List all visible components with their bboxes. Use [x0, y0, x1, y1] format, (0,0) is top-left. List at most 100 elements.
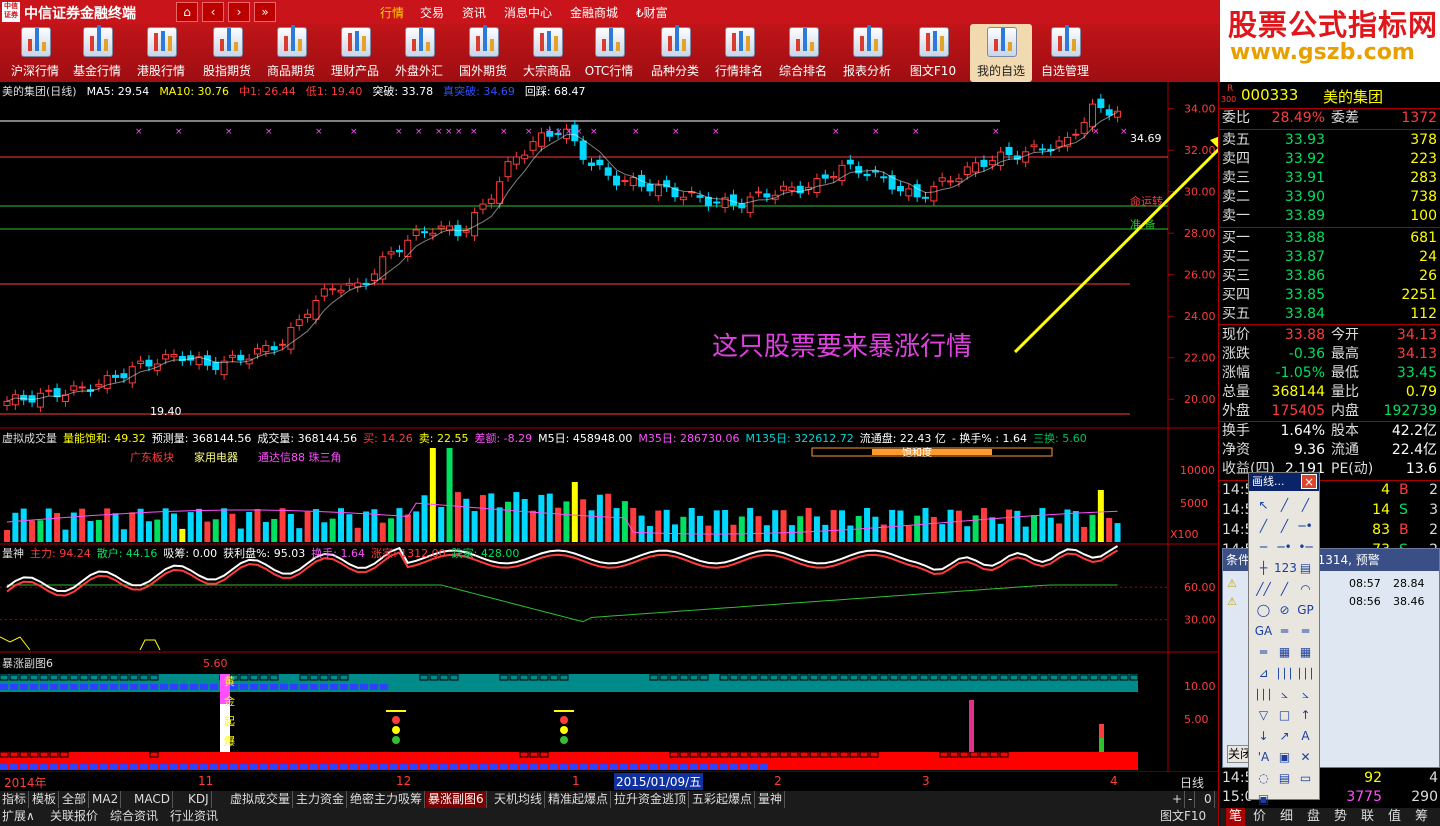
draw-tool-icon[interactable]: ╱	[1295, 495, 1316, 516]
period-label[interactable]: 日线	[1180, 774, 1204, 791]
toolbar-button-13[interactable]: 报表分析	[836, 24, 898, 82]
indicator-tab-5[interactable]: KDJ	[186, 791, 212, 808]
draw-tool-icon[interactable]: ⦣	[1295, 684, 1316, 705]
menu-message-center[interactable]: 消息中心	[504, 4, 552, 21]
draw-tool-icon[interactable]: ▦	[1295, 642, 1316, 663]
close-icon[interactable]: ×	[1301, 474, 1317, 489]
draw-tool-icon[interactable]: ◌	[1253, 768, 1274, 789]
draw-tool-icon[interactable]: ⊘	[1274, 600, 1295, 621]
draw-tool-icon[interactable]: ╱	[1274, 516, 1295, 537]
draw-tool-icon[interactable]: ⦣	[1274, 684, 1295, 705]
draw-tool-icon[interactable]: GP	[1295, 600, 1316, 621]
draw-tool-icon[interactable]: ╱	[1274, 579, 1295, 600]
menu-hangqing[interactable]: 行情	[380, 4, 404, 21]
indicator-tab-0[interactable]: 指标	[0, 791, 30, 808]
quote-tab-0[interactable]: 笔	[1226, 808, 1246, 826]
quote-tab-7[interactable]: 筹	[1415, 808, 1428, 826]
draw-tool-icon[interactable]: ─•	[1295, 516, 1316, 537]
toolbar-button-15[interactable]: 我的自选	[970, 24, 1032, 82]
draw-tool-icon[interactable]: •─	[1295, 537, 1316, 558]
toolbar-button-12[interactable]: 综合排名	[772, 24, 834, 82]
toolbar-button-14[interactable]: 图文F10	[902, 24, 964, 82]
indicator-tab-2[interactable]: 全部	[60, 791, 90, 808]
status-item-3[interactable]: 行业资讯	[170, 808, 218, 826]
draw-tool-icon[interactable]: ╱	[1274, 495, 1295, 516]
forward-icon[interactable]: ›	[228, 2, 250, 22]
quote-tab-4[interactable]: 势	[1334, 808, 1347, 826]
toolbar-button-4[interactable]: 商品期货	[260, 24, 322, 82]
indicator-tab-7[interactable]: 主力资金	[294, 791, 348, 808]
draw-tool-icon[interactable]: ◠	[1295, 579, 1316, 600]
toolbar-button-2[interactable]: 港股行情	[130, 24, 192, 82]
draw-tool-icon[interactable]: ↗	[1274, 726, 1295, 747]
draw-tool-icon[interactable]: ↖	[1253, 495, 1274, 516]
menu-finance-mall[interactable]: 金融商城	[570, 4, 618, 21]
status-item-2[interactable]: 综合资讯	[110, 808, 158, 826]
indicator-tab-8[interactable]: 绝密主力吸筹	[348, 791, 426, 808]
draw-tool-icon[interactable]: ╱╱	[1253, 579, 1274, 600]
indicator-tab-3[interactable]: MA2	[90, 791, 122, 808]
draw-tool-icon[interactable]: A	[1295, 726, 1316, 747]
draw-tool-icon[interactable]: ↑	[1295, 705, 1316, 726]
indicator-tab-9[interactable]: 暴涨副图6	[426, 791, 487, 808]
menu-wealth[interactable]: ₺财富	[636, 4, 668, 21]
draw-tool-icon[interactable]: ▣	[1253, 789, 1274, 810]
toolbar-button-11[interactable]: 行情排名	[708, 24, 770, 82]
toolbar-button-1[interactable]: 基金行情	[66, 24, 128, 82]
zoom-control-2[interactable]: 0	[1202, 791, 1215, 808]
back-icon[interactable]: ‹	[202, 2, 224, 22]
draw-tool-icon[interactable]: ▤	[1295, 558, 1316, 579]
toolbar-button-16[interactable]: 自选管理	[1034, 24, 1096, 82]
draw-tool-icon[interactable]: ┼	[1253, 558, 1274, 579]
draw-tool-icon[interactable]: ▣	[1274, 747, 1295, 768]
draw-tool-icon[interactable]: ⊿	[1253, 663, 1274, 684]
draw-tool-icon[interactable]: ✕	[1295, 747, 1316, 768]
indicator-tab-11[interactable]: 精准起爆点	[546, 791, 612, 808]
quote-tab-3[interactable]: 盘	[1307, 808, 1320, 826]
draw-tool-icon[interactable]: □	[1274, 705, 1295, 726]
toolbar-button-5[interactable]: 理财产品	[324, 24, 386, 82]
indicator-tab-4[interactable]: MACD	[132, 791, 173, 808]
menu-jiaoyi[interactable]: 交易	[420, 4, 444, 21]
draw-tool-icon[interactable]: GA	[1253, 621, 1274, 642]
status-item-0[interactable]: 扩展∧	[2, 808, 35, 826]
quote-tab-5[interactable]: 联	[1361, 808, 1374, 826]
toolbar-button-9[interactable]: OTC行情	[578, 24, 640, 82]
toolbar-button-3[interactable]: 股指期货	[196, 24, 258, 82]
draw-tool-icon[interactable]: ▽	[1253, 705, 1274, 726]
zoom-control-1[interactable]: -	[1186, 791, 1196, 808]
toolbar-button-0[interactable]: 沪深行情	[4, 24, 66, 82]
draw-tool-icon[interactable]: ▤	[1274, 768, 1295, 789]
quote-tab-6[interactable]: 值	[1388, 808, 1401, 826]
drawing-tools-panel[interactable]: 画线... × ↖ ╱ ╱ ╱ ╱ ─• ─ ─• •─ ┼ 123 ▤ ╱╱ ╱ ◠ ◯ ⊘ GP GA ═ ═ ═ ▦ ▦ ⊿…	[1248, 472, 1320, 806]
draw-tool-icon[interactable]: ─•	[1274, 537, 1295, 558]
draw-tool-icon[interactable]: ═	[1295, 621, 1316, 642]
draw-tool-icon[interactable]: 123	[1274, 558, 1297, 579]
indicator-tab-13[interactable]: 五彩起爆点	[690, 791, 756, 808]
toolbar-button-10[interactable]: 品种分类	[644, 24, 706, 82]
indicator-tab-10[interactable]: 天机均线	[492, 791, 546, 808]
draw-tool-icon[interactable]: ═	[1253, 642, 1274, 663]
indicator-tab-12[interactable]: 拉升资金逃顶	[612, 791, 690, 808]
expand-icon[interactable]: »	[254, 2, 276, 22]
f10-link[interactable]: 图文F10	[1160, 808, 1206, 826]
toolbar-button-8[interactable]: 大宗商品	[516, 24, 578, 82]
draw-tool-icon[interactable]: 'A	[1253, 747, 1274, 768]
draw-tool-icon[interactable]: ∣∣∣	[1274, 663, 1295, 684]
draw-tool-icon[interactable]: ▭	[1295, 768, 1316, 789]
quote-tab-2[interactable]: 细	[1280, 808, 1293, 826]
draw-tool-icon[interactable]: ▦	[1274, 642, 1295, 663]
draw-tool-icon[interactable]: ◯	[1253, 600, 1274, 621]
indicator-tab-6[interactable]: 虚拟成交量	[228, 791, 294, 808]
zoom-control-0[interactable]: +	[1170, 791, 1186, 808]
draw-tool-icon[interactable]: ═	[1274, 621, 1295, 642]
menu-zixun[interactable]: 资讯	[462, 4, 486, 21]
home-icon[interactable]: ⌂	[176, 2, 198, 22]
toolbar-button-6[interactable]: 外盘外汇	[388, 24, 450, 82]
draw-tool-icon[interactable]: ∣∣∣	[1253, 684, 1274, 705]
status-item-1[interactable]: 关联报价	[50, 808, 98, 826]
draw-tool-icon[interactable]: ╱	[1253, 516, 1274, 537]
draw-tool-icon[interactable]: ─	[1253, 537, 1274, 558]
chart-area[interactable]: 34.00 32.00 30.00 28.00 26.00 24.00 22.00 20.00…	[0, 82, 1240, 773]
indicator-tab-1[interactable]: 模板	[30, 791, 60, 808]
